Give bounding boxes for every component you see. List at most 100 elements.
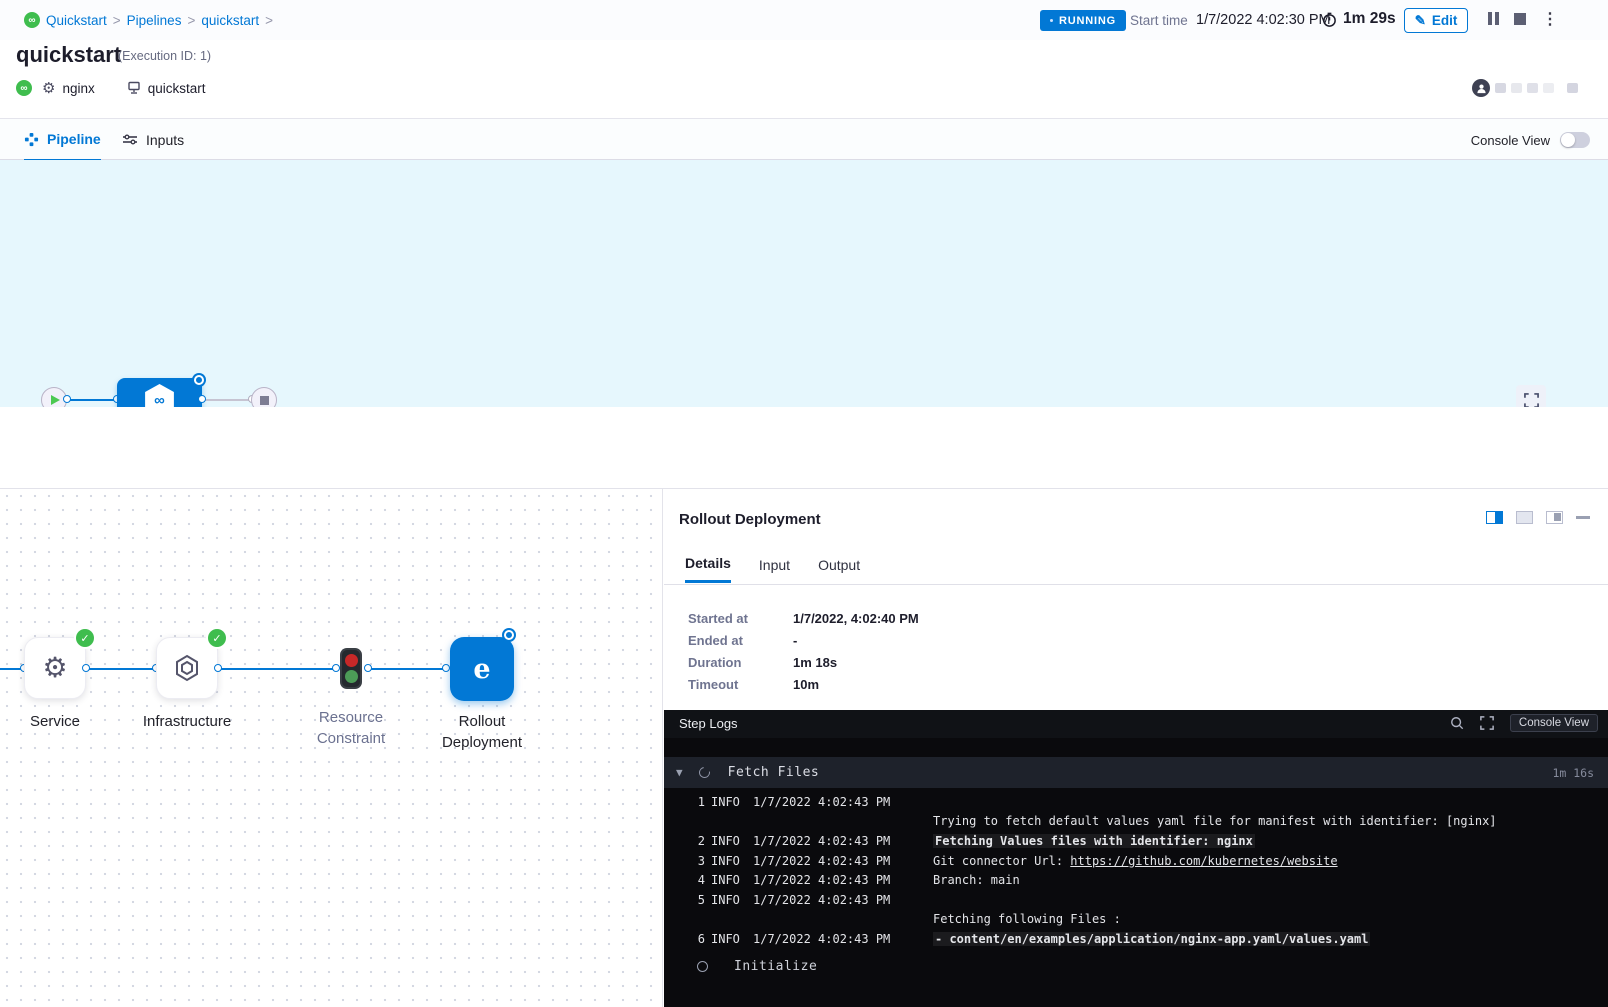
inputs-icon: [122, 133, 138, 147]
step-logs-area[interactable]: ▼ Fetch Files 1m 16s 1INFO1/7/2022 4:02:…: [664, 738, 1608, 1007]
stop-icon: [260, 396, 269, 405]
chevron-down-icon[interactable]: ▼: [676, 766, 683, 779]
log-msg: Branch: main: [933, 873, 1020, 887]
log-num: 5: [691, 893, 705, 907]
log-num: 3: [691, 854, 705, 868]
panel-layout-controls: [1486, 511, 1590, 524]
step-node-service[interactable]: ⚙: [24, 637, 86, 699]
service-chip[interactable]: ⚙ nginx: [42, 81, 95, 96]
log-line: 3INFO1/7/2022 4:02:43 PMGit connector Ur…: [664, 851, 1608, 871]
breadcrumb-link[interactable]: Pipelines: [127, 13, 182, 28]
step-label: Service: [12, 711, 98, 732]
service-step-icon: ⚙: [42, 654, 67, 682]
log-msg: Fetching Values files with identifier: n…: [933, 834, 1255, 848]
harness-logo-icon: ∞: [24, 12, 40, 28]
minimize-panel-button[interactable]: [1576, 516, 1590, 519]
tab-details[interactable]: Details: [685, 555, 731, 583]
step-node-infrastructure[interactable]: [156, 637, 218, 699]
breadcrumb-link[interactable]: Quickstart: [46, 13, 107, 28]
log-msg: - content/en/examples/application/nginx-…: [933, 932, 1370, 946]
environment-chip[interactable]: quickstart: [127, 81, 206, 96]
log-tm: 1/7/2022 4:02:43 PM: [753, 795, 933, 809]
expand-logs-icon[interactable]: [1480, 716, 1494, 730]
log-tm: 1/7/2022 4:02:43 PM: [753, 873, 933, 887]
running-spinner-icon: [504, 630, 514, 640]
log-line: 4INFO1/7/2022 4:02:43 PMBranch: main: [664, 870, 1608, 890]
step-node-rollout-deployment[interactable]: e: [450, 637, 514, 701]
log-num: 2: [691, 834, 705, 848]
layout-right-split-icon[interactable]: [1486, 511, 1503, 524]
environment-name: quickstart: [148, 81, 206, 96]
success-check-icon: ✓: [208, 629, 226, 647]
breadcrumb-link[interactable]: quickstart: [201, 13, 259, 28]
layout-side-icon[interactable]: [1546, 511, 1563, 524]
log-link[interactable]: https://github.com/kubernetes/website: [1070, 854, 1337, 868]
log-lvl: INFO: [711, 893, 747, 907]
edge-port: [214, 664, 222, 672]
log-section-initialize[interactable]: Initialize: [664, 951, 1608, 981]
detail-label: Started at: [688, 611, 793, 626]
placeholder-chip: [1543, 83, 1554, 93]
stop-button[interactable]: [1514, 13, 1526, 25]
logs-console-view-button[interactable]: Console View: [1510, 714, 1598, 732]
log-section-fetch-files[interactable]: ▼ Fetch Files 1m 16s: [664, 757, 1608, 788]
avatar-cluster: [1472, 79, 1578, 97]
log-tm: 1/7/2022 4:02:43 PM: [753, 834, 933, 848]
edit-label: Edit: [1432, 13, 1458, 28]
layout-bottom-icon[interactable]: [1516, 511, 1533, 524]
user-avatar[interactable]: [1472, 79, 1490, 97]
infrastructure-step-icon: [172, 653, 202, 683]
clock-icon: [1322, 12, 1337, 27]
step-panel-tabs: Details Input Output: [685, 555, 860, 583]
placeholder-chip: [1495, 83, 1506, 93]
log-num: 1: [691, 795, 705, 809]
execution-graph[interactable]: ⚙ ✓ Service ✓ Infrastructure Resource Co…: [0, 489, 663, 1007]
resource-constraint-icon[interactable]: [340, 648, 362, 689]
detail-label: Timeout: [688, 677, 793, 692]
pipeline-icon: [24, 132, 39, 147]
edit-button[interactable]: ✎ Edit: [1404, 8, 1468, 33]
step-logs-controls: Console View: [1450, 714, 1598, 732]
breadcrumb-separator: >: [113, 13, 121, 28]
console-view-label: Console View: [1471, 133, 1550, 148]
edge-port: [198, 395, 206, 403]
execution-id: (Execution ID: 1): [118, 49, 211, 63]
log-lvl: INFO: [711, 932, 747, 946]
log-lines: 1INFO1/7/2022 4:02:43 PMTrying to fetch …: [664, 792, 1608, 949]
log-line: 5INFO1/7/2022 4:02:43 PM: [664, 890, 1608, 910]
step-label: Rollout Deployment: [427, 711, 537, 753]
log-line: 1INFO1/7/2022 4:02:43 PM: [664, 792, 1608, 812]
edge-port: [442, 664, 450, 672]
more-options-button[interactable]: ⋮: [1542, 9, 1558, 29]
section-duration: 1m 16s: [1552, 766, 1594, 780]
console-view-toggle[interactable]: [1560, 132, 1590, 148]
edge-start-stage: [67, 399, 117, 401]
section-name: Fetch Files: [728, 765, 820, 780]
tab-inputs-label: Inputs: [146, 132, 184, 148]
pause-button[interactable]: [1488, 12, 1499, 25]
elapsed-time: 1m 29s: [1322, 10, 1396, 28]
tab-output[interactable]: Output: [818, 557, 860, 582]
edge: [218, 668, 336, 670]
edge-stage-end: [202, 399, 252, 401]
log-lvl: INFO: [711, 834, 747, 848]
log-line: Fetching following Files :: [664, 910, 1608, 930]
detail-value: -: [793, 633, 919, 648]
placeholder-chip: [1567, 83, 1578, 93]
meta-row: ∞ ⚙ nginx quickstart: [16, 80, 206, 96]
detail-label: Duration: [688, 655, 793, 670]
pipeline-execution-page: ∞ Quickstart>Pipelines>quickstart> RUNNI…: [0, 0, 1608, 1007]
log-tm: 1/7/2022 4:02:43 PM: [753, 854, 933, 868]
tab-inputs[interactable]: Inputs: [122, 119, 184, 161]
divider: [664, 584, 1608, 585]
section-spinner-icon: [696, 765, 711, 780]
section-name: Initialize: [734, 959, 817, 974]
search-icon[interactable]: [1450, 716, 1464, 730]
tab-input[interactable]: Input: [759, 557, 790, 582]
tab-pipeline[interactable]: Pipeline: [24, 119, 101, 161]
step-logs-bar: Step Logs Console View: [664, 710, 1608, 738]
pipeline-canvas[interactable]: ∞ demo + −: [0, 160, 1608, 407]
gear-icon: ⚙: [42, 81, 55, 96]
view-tabs: Pipeline Inputs Console View: [0, 118, 1608, 160]
status-dot-icon: [1050, 19, 1053, 22]
